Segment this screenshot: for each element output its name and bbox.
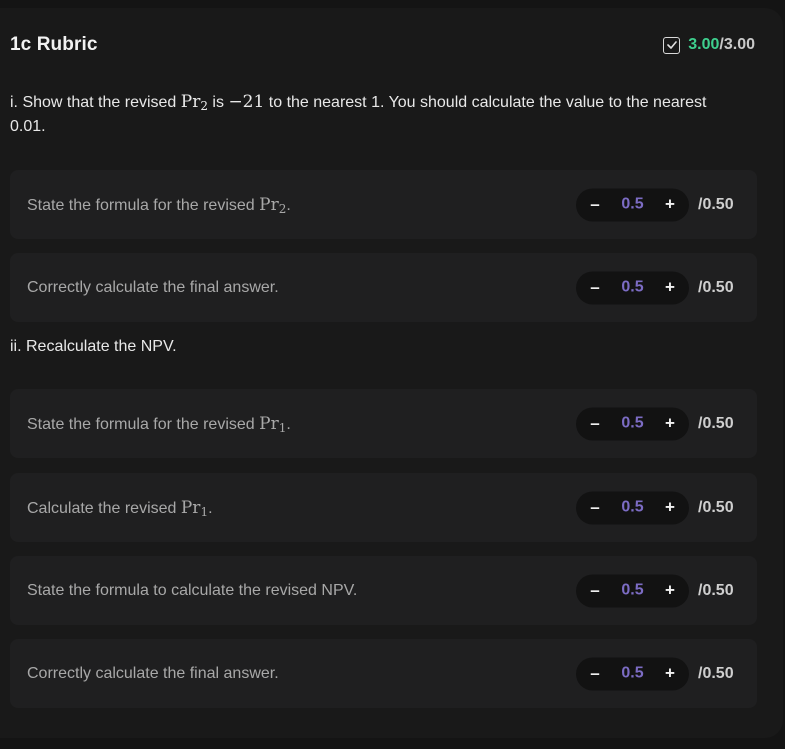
increment-button[interactable]: + <box>661 498 679 518</box>
question-part-i: i. Show that the revised Pr2 is −21 to t… <box>10 92 707 135</box>
score-total: /3.00 <box>719 36 755 53</box>
criterion-label: Calculate the revised Pr1. <box>27 497 213 519</box>
increment-button[interactable]: + <box>661 278 679 298</box>
stepper-value: 0.5 <box>621 195 644 213</box>
score-stepper: – 0.5 + <box>576 657 689 690</box>
score-stepper: – 0.5 + <box>576 271 689 304</box>
criterion-card: Correctly calculate the final answer. – … <box>10 639 757 708</box>
rubric-title: 1c Rubric <box>10 34 98 55</box>
score-stepper: – 0.5 + <box>576 491 689 524</box>
criterion-max: /0.50 <box>698 414 734 432</box>
increment-button[interactable]: + <box>661 195 679 215</box>
criterion-label: Correctly calculate the final answer. <box>27 664 279 682</box>
criterion-label: State the formula for the revised Pr1. <box>27 413 291 435</box>
score-stepper: – 0.5 + <box>576 574 689 607</box>
stepper-value: 0.5 <box>621 278 644 296</box>
criterion-card: Calculate the revised Pr1. – 0.5 + /0.50 <box>10 473 757 542</box>
decrement-button[interactable]: – <box>586 581 604 601</box>
decrement-button[interactable]: – <box>586 195 604 215</box>
question-part-ii: ii. Recalculate the NPV. <box>10 338 177 355</box>
increment-button[interactable]: + <box>661 581 679 601</box>
score-stepper: – 0.5 + <box>576 188 689 221</box>
decrement-button[interactable]: – <box>586 414 604 434</box>
criterion-max: /0.50 <box>698 498 734 516</box>
stepper-value: 0.5 <box>621 664 644 682</box>
checkbox-checked-icon <box>663 36 681 54</box>
criterion-max: /0.50 <box>698 278 734 296</box>
increment-button[interactable]: + <box>661 414 679 434</box>
criterion-card: Correctly calculate the final answer. – … <box>10 253 757 322</box>
score-earned: 3.00 <box>688 36 720 53</box>
criterion-label: State the formula to calculate the revis… <box>27 581 358 599</box>
criterion-label: Correctly calculate the final answer. <box>27 278 279 296</box>
rubric-panel: 1c Rubric 3.00/3.00 i. Show that the rev… <box>0 8 783 738</box>
decrement-button[interactable]: – <box>586 278 604 298</box>
criterion-max: /0.50 <box>698 664 734 682</box>
decrement-button[interactable]: – <box>586 664 604 684</box>
score-summary: 3.00/3.00 <box>663 36 755 54</box>
rubric-header: 1c Rubric 3.00/3.00 <box>10 32 755 58</box>
score-stepper: – 0.5 + <box>576 407 689 440</box>
criterion-max: /0.50 <box>698 581 734 599</box>
increment-button[interactable]: + <box>661 664 679 684</box>
decrement-button[interactable]: – <box>586 498 604 518</box>
math-value: −21 <box>228 92 265 112</box>
criterion-label: State the formula for the revised Pr2. <box>27 194 291 216</box>
criterion-card: State the formula for the revised Pr2. –… <box>10 170 757 239</box>
stepper-value: 0.5 <box>621 414 644 432</box>
math-pr2: Pr2 <box>180 92 208 113</box>
criterion-max: /0.50 <box>698 195 734 213</box>
criterion-card: State the formula to calculate the revis… <box>10 556 757 625</box>
stepper-value: 0.5 <box>621 498 644 516</box>
stepper-value: 0.5 <box>621 581 644 599</box>
criterion-card: State the formula for the revised Pr1. –… <box>10 389 757 458</box>
